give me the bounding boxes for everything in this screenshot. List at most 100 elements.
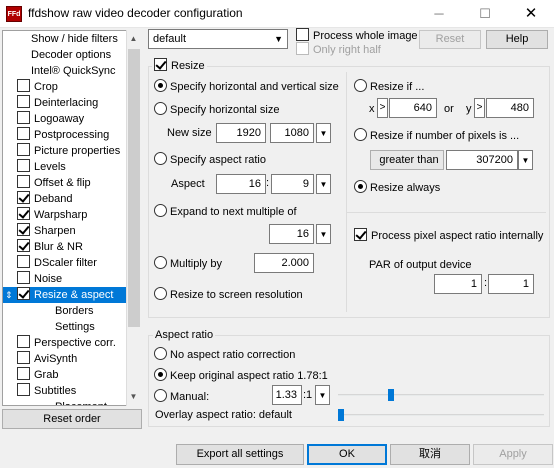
- filter-enable-checkbox[interactable]: [17, 255, 30, 268]
- resize-if-pixels-radio[interactable]: Resize if number of pixels is ...: [354, 128, 519, 142]
- screen-resolution-radio[interactable]: Resize to screen resolution: [154, 287, 303, 301]
- filter-enable-checkbox[interactable]: [17, 271, 30, 284]
- sidebar-item[interactable]: Crop: [17, 79, 58, 95]
- sidebar-item[interactable]: ⇕ Resize & aspect: [3, 287, 126, 303]
- close-button[interactable]: ✕: [508, 0, 554, 28]
- filter-enable-checkbox[interactable]: [17, 223, 30, 236]
- x-operator-button[interactable]: >: [377, 98, 388, 118]
- aspect-a-input[interactable]: 16: [216, 174, 266, 194]
- sidebar-item[interactable]: Decoder options: [31, 47, 111, 63]
- scroll-down-arrow-icon[interactable]: ▼: [126, 389, 141, 405]
- preset-select[interactable]: default ▼: [148, 29, 288, 49]
- sidebar-item[interactable]: Picture properties: [17, 143, 120, 159]
- sidebar-item[interactable]: Settings: [55, 319, 95, 335]
- filter-enable-checkbox[interactable]: [17, 127, 30, 140]
- sidebar-item[interactable]: Deinterlacing: [17, 95, 98, 111]
- expand-multiple-radio[interactable]: Expand to next multiple of: [154, 204, 297, 218]
- specify-hv-radio[interactable]: Specify horizontal and vertical size: [154, 79, 339, 93]
- new-width-input[interactable]: 1920: [216, 123, 266, 143]
- filter-enable-checkbox[interactable]: [17, 175, 30, 188]
- par-a-input[interactable]: 1: [434, 274, 482, 294]
- manual-aspect-input[interactable]: 1.33: [272, 385, 302, 405]
- minimize-button[interactable]: ─: [416, 0, 462, 28]
- no-aspect-correction-radio[interactable]: No aspect ratio correction: [154, 347, 295, 361]
- pixel-condition-select[interactable]: greater than: [370, 150, 444, 170]
- y-operator-button[interactable]: >: [474, 98, 485, 118]
- help-button[interactable]: Help: [486, 30, 548, 49]
- reset-order-button[interactable]: Reset order: [2, 409, 142, 429]
- sidebar-item[interactable]: Intel® QuickSync: [31, 63, 116, 79]
- maximize-button[interactable]: ☐: [462, 0, 508, 28]
- checkbox-box: [296, 28, 309, 41]
- filter-enable-checkbox[interactable]: [17, 143, 30, 156]
- process-par-checkbox[interactable]: Process pixel aspect ratio internally: [354, 228, 543, 242]
- scroll-thumb[interactable]: [128, 49, 140, 327]
- scroll-up-arrow-icon[interactable]: ▲: [126, 31, 141, 47]
- manual-aspect-radio[interactable]: Manual:: [154, 389, 209, 403]
- sidebar-item[interactable]: Offset & flip: [17, 175, 91, 191]
- ok-button[interactable]: OK: [307, 444, 387, 465]
- pixel-count-input[interactable]: 307200: [446, 150, 518, 170]
- sidebar-item[interactable]: Warpsharp: [17, 207, 87, 223]
- filter-enable-checkbox[interactable]: [17, 191, 30, 204]
- filter-enable-checkbox[interactable]: [17, 287, 30, 300]
- overlay-aspect-slider-thumb[interactable]: [338, 409, 344, 421]
- filter-enable-checkbox[interactable]: [17, 239, 30, 252]
- chevron-down-icon[interactable]: ▼: [316, 224, 331, 244]
- only-right-half-checkbox[interactable]: Only right half: [296, 42, 381, 56]
- export-settings-button[interactable]: Export all settings: [176, 444, 304, 465]
- sidebar-item[interactable]: Levels: [17, 159, 66, 175]
- reset-button[interactable]: Reset: [419, 30, 481, 49]
- manual-aspect-slider-track[interactable]: [338, 394, 544, 396]
- specify-h-radio[interactable]: Specify horizontal size: [154, 102, 279, 116]
- sidebar-item[interactable]: Postprocessing: [17, 127, 109, 143]
- keep-original-aspect-radio[interactable]: Keep original aspect ratio 1.78:1: [154, 368, 328, 382]
- chevron-down-icon[interactable]: ▼: [316, 174, 331, 194]
- sidebar-item[interactable]: Blur & NR: [17, 239, 83, 255]
- sidebar-item[interactable]: Show / hide filters: [31, 31, 118, 47]
- par-b-input[interactable]: 1: [488, 274, 534, 294]
- filter-enable-checkbox[interactable]: [17, 79, 30, 92]
- chevron-down-icon[interactable]: ▼: [518, 150, 533, 170]
- sidebar-item[interactable]: Placement: [55, 399, 107, 405]
- multiply-by-radio[interactable]: Multiply by: [154, 256, 222, 270]
- apply-button[interactable]: Apply: [473, 444, 553, 465]
- move-order-icon[interactable]: ⇕: [5, 287, 13, 303]
- filter-enable-checkbox[interactable]: [17, 111, 30, 124]
- sidebar-item[interactable]: Subtitles: [17, 383, 76, 399]
- aspect-b-input[interactable]: 9: [271, 174, 314, 194]
- manual-aspect-slider-thumb[interactable]: [388, 389, 394, 401]
- multiply-by-input[interactable]: 2.000: [254, 253, 314, 273]
- filter-enable-checkbox[interactable]: [17, 383, 30, 396]
- sidebar-item[interactable]: Deband: [17, 191, 73, 207]
- sidebar-item[interactable]: Grab: [17, 367, 58, 383]
- radio-dot: [154, 347, 167, 360]
- filter-enable-checkbox[interactable]: [17, 367, 30, 380]
- filter-tree[interactable]: Show / hide filters Decoder options Intel®…: [2, 30, 142, 406]
- sidebar-item[interactable]: Perspective corr.: [17, 335, 116, 351]
- overlay-aspect-slider-track[interactable]: [338, 414, 544, 416]
- resize-checkbox[interactable]: Resize: [152, 58, 207, 72]
- filter-enable-checkbox[interactable]: [17, 335, 30, 348]
- filter-enable-checkbox[interactable]: [17, 351, 30, 364]
- expand-multiple-input[interactable]: 16: [269, 224, 314, 244]
- sidebar-item[interactable]: AviSynth: [17, 351, 77, 367]
- sidebar-item[interactable]: DScaler filter: [17, 255, 97, 271]
- sidebar-item[interactable]: Logoaway: [17, 111, 84, 127]
- y-threshold-input[interactable]: 480: [486, 98, 534, 118]
- sidebar-item[interactable]: Sharpen: [17, 223, 76, 239]
- chevron-down-icon[interactable]: ▼: [315, 385, 330, 405]
- filter-enable-checkbox[interactable]: [17, 207, 30, 220]
- new-height-input[interactable]: 1080: [270, 123, 314, 143]
- filter-enable-checkbox[interactable]: [17, 95, 30, 108]
- x-threshold-input[interactable]: 640: [389, 98, 437, 118]
- specify-aspect-radio[interactable]: Specify aspect ratio: [154, 152, 266, 166]
- sidebar-item[interactable]: Noise: [17, 271, 62, 287]
- cancel-button[interactable]: 取消: [390, 444, 470, 465]
- filter-enable-checkbox[interactable]: [17, 159, 30, 172]
- sidebar-item[interactable]: Borders: [55, 303, 94, 319]
- resize-always-radio[interactable]: Resize always: [354, 180, 440, 194]
- resize-if-radio[interactable]: Resize if ...: [354, 79, 424, 93]
- chevron-down-icon[interactable]: ▼: [316, 123, 331, 143]
- process-whole-image-checkbox[interactable]: Process whole image: [296, 28, 418, 42]
